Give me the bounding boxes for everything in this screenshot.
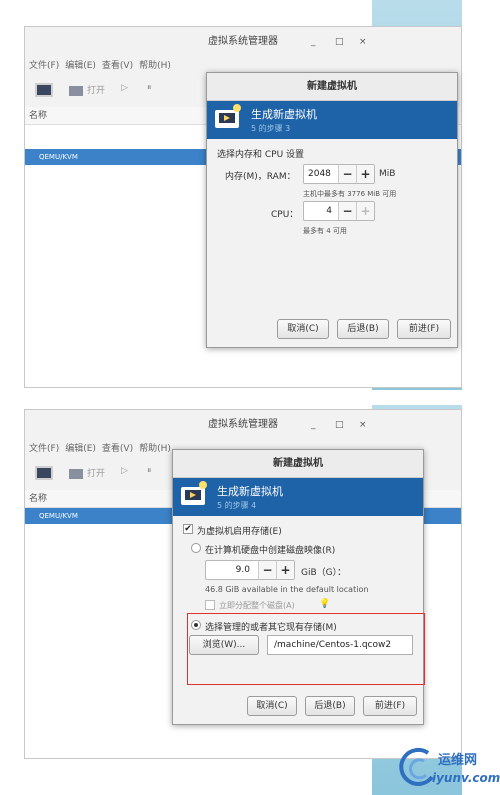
monitor-icon <box>69 469 83 479</box>
sparkle-icon <box>233 104 241 112</box>
allocate-label: 立即分配整个磁盘(A) <box>219 601 295 610</box>
section-label: 选择内存和 CPU 设置 <box>217 150 305 160</box>
disk-decrease-button[interactable]: − <box>258 561 276 579</box>
storage-path-input[interactable]: /machine/Centos-1.qcow2 <box>267 635 413 655</box>
cancel-button[interactable]: 取消(C) <box>247 696 297 716</box>
new-vm-icon[interactable] <box>35 83 53 97</box>
back-button[interactable]: 后退(B) <box>305 696 355 716</box>
pause-button[interactable]: ⏸ <box>147 83 152 93</box>
forward-button[interactable]: 前进(F) <box>363 696 417 716</box>
memory-label: 内存(M)，RAM： <box>225 172 296 182</box>
watermark-url: iyunv.com <box>432 771 500 785</box>
close-button[interactable]: × <box>359 27 367 57</box>
memory-unit: MiB <box>379 169 396 179</box>
cpu-value[interactable]: 4 <box>304 202 338 220</box>
disk-size-spinner[interactable]: 9.0 − + <box>205 560 295 580</box>
disk-unit: GiB（G）： <box>301 568 347 578</box>
wizard-banner: 生成新虚拟机 5 的步骤 3 <box>207 101 457 139</box>
watermark-logo: 运维网 iyunv.com <box>398 745 500 793</box>
banner-step: 5 的步骤 3 <box>251 124 291 133</box>
create-image-label: 在计算机硬盘中创建磁盘映像(R) <box>205 546 336 556</box>
menu-edit[interactable]: 编辑(E) <box>65 58 96 74</box>
browse-button[interactable]: 浏览(W)... <box>189 635 259 655</box>
menu-view[interactable]: 查看(V) <box>102 441 133 457</box>
banner-title: 生成新虚拟机 <box>217 485 283 498</box>
dialog-title: 新建虚拟机 <box>173 450 423 478</box>
run-button[interactable]: ▷ <box>121 466 128 476</box>
menu-edit[interactable]: 编辑(E) <box>65 441 96 457</box>
memory-decrease-button[interactable]: − <box>338 165 356 183</box>
memory-increase-button[interactable]: + <box>356 165 374 183</box>
main-window-title: 虚拟系统管理器 <box>208 419 278 430</box>
open-button[interactable]: 打开 <box>87 83 105 96</box>
select-existing-label: 选择管理的或者其它现有存储(M) <box>205 623 337 633</box>
allocate-checkbox[interactable] <box>205 600 215 610</box>
cpu-increase-button[interactable]: + <box>356 202 374 220</box>
menu-file[interactable]: 文件(F) <box>29 58 59 74</box>
watermark-text: 运维网 <box>438 753 478 768</box>
menu-bar: 文件(F) 编辑(E) 查看(V) 帮助(H) <box>29 58 171 74</box>
minimize-button[interactable]: _ <box>311 410 316 440</box>
dialog-title: 新建虚拟机 <box>207 73 457 101</box>
menu-help[interactable]: 帮助(H) <box>139 441 171 457</box>
wizard-banner: 生成新虚拟机 5 的步骤 4 <box>173 478 423 516</box>
cpu-label: CPU： <box>271 210 299 220</box>
maximize-button[interactable]: □ <box>335 27 344 57</box>
sparkle-icon <box>199 481 207 489</box>
disk-increase-button[interactable]: + <box>276 561 294 579</box>
screenshot-step4: 虚拟系统管理器 _ □ × 文件(F) 编辑(E) 查看(V) 帮助(H) 打开… <box>0 405 500 795</box>
menu-view[interactable]: 查看(V) <box>102 58 133 74</box>
minimize-button[interactable]: _ <box>311 27 316 57</box>
banner-step: 5 的步骤 4 <box>217 501 257 510</box>
cancel-button[interactable]: 取消(C) <box>277 319 329 339</box>
menu-help[interactable]: 帮助(H) <box>139 58 171 74</box>
cpu-decrease-button[interactable]: − <box>338 202 356 220</box>
run-button[interactable]: ▷ <box>121 83 128 93</box>
cpu-hint: 最多有 4 可用 <box>303 227 347 235</box>
enable-storage-checkbox[interactable]: ✔ <box>183 524 193 534</box>
banner-title: 生成新虚拟机 <box>251 108 317 121</box>
available-space: 46.8 GiB available in the default locati… <box>205 585 369 594</box>
new-vm-icon <box>215 110 239 128</box>
new-vm-dialog: 新建虚拟机 生成新虚拟机 5 的步骤 3 选择内存和 CPU 设置 内存(M)，… <box>206 72 458 348</box>
forward-button[interactable]: 前进(F) <box>397 319 451 339</box>
lightbulb-icon: 💡 <box>319 599 331 609</box>
cpu-spinner[interactable]: 4 − + <box>303 201 375 221</box>
screenshot-step3: 虚拟系统管理器 _ □ × 文件(F) 编辑(E) 查看(V) 帮助(H) 打开… <box>0 0 500 390</box>
close-button[interactable]: × <box>359 410 367 440</box>
memory-hint: 主机中最多有 3776 MiB 可用 <box>303 190 397 198</box>
back-button[interactable]: 后退(B) <box>337 319 389 339</box>
select-existing-radio[interactable] <box>191 620 201 630</box>
menu-file[interactable]: 文件(F) <box>29 441 59 457</box>
memory-spinner[interactable]: 2048 − + <box>303 164 375 184</box>
new-vm-icon <box>181 487 205 505</box>
new-vm-icon[interactable] <box>35 466 53 480</box>
maximize-button[interactable]: □ <box>335 410 344 440</box>
open-button[interactable]: 打开 <box>87 466 105 479</box>
new-vm-dialog: 新建虚拟机 生成新虚拟机 5 的步骤 4 ✔ 为虚拟机启用存储(E) 在计算机硬… <box>172 449 425 725</box>
main-window-title: 虚拟系统管理器 <box>208 36 278 47</box>
enable-storage-label: 为虚拟机启用存储(E) <box>197 527 282 537</box>
disk-size-value[interactable]: 9.0 <box>206 561 258 579</box>
create-image-radio[interactable] <box>191 543 201 553</box>
monitor-icon <box>69 86 83 96</box>
menu-bar: 文件(F) 编辑(E) 查看(V) 帮助(H) <box>29 441 171 457</box>
pause-button[interactable]: ⏸ <box>147 466 152 476</box>
memory-value[interactable]: 2048 <box>304 165 338 183</box>
